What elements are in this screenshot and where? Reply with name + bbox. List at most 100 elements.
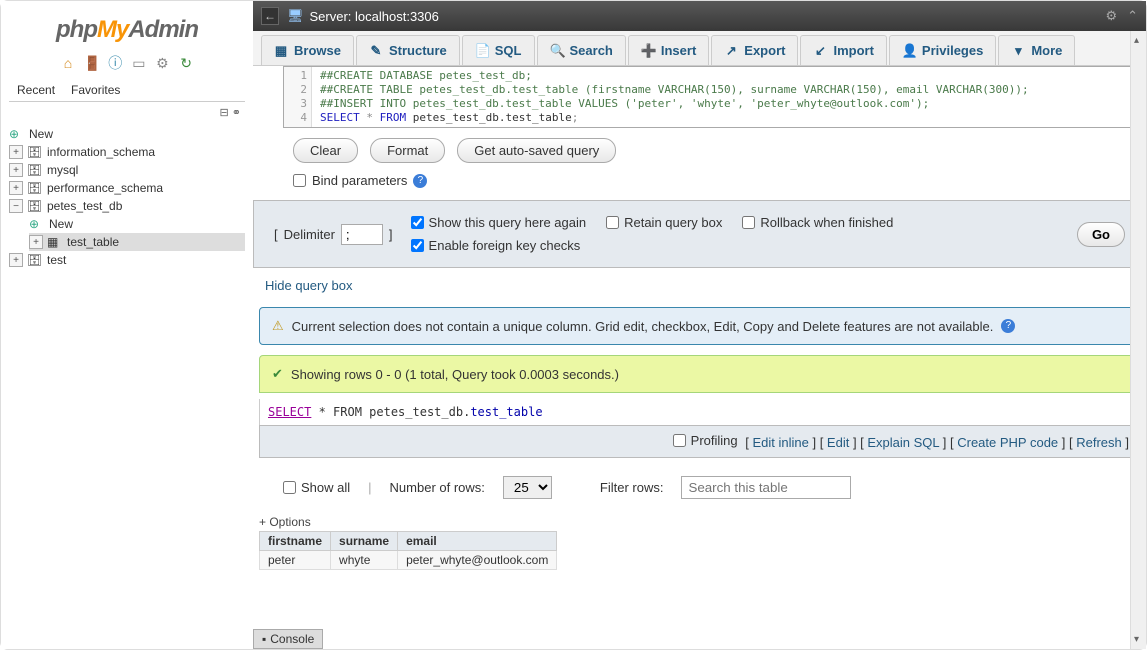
db-icon: 🗄 — [27, 163, 43, 177]
cell-surname: whyte — [331, 551, 398, 570]
tab-search[interactable]: 🔍Search — [537, 35, 626, 65]
help-icon[interactable]: ? — [1001, 319, 1015, 333]
tree-information-schema[interactable]: +🗄information_schema — [9, 143, 245, 161]
tab-privileges[interactable]: 👤Privileges — [889, 35, 996, 65]
tab-insert[interactable]: ➕Insert — [628, 35, 709, 65]
expand-icon[interactable]: + — [9, 253, 23, 267]
bind-parameters-row: Bind parameters ? — [253, 173, 1146, 200]
format-button[interactable]: Format — [370, 138, 445, 163]
tree-mysql[interactable]: +🗄mysql — [9, 161, 245, 179]
collapse-top-icon[interactable]: ⌃ — [1127, 8, 1138, 24]
create-php-link[interactable]: Create PHP code — [957, 435, 1058, 450]
privileges-icon: 👤 — [902, 43, 916, 59]
go-button[interactable]: Go — [1077, 222, 1125, 247]
notice-text: Current selection does not contain a uni… — [292, 319, 994, 334]
sql-icon: 📄 — [475, 43, 489, 59]
rollback-option[interactable]: Rollback when finished — [742, 215, 893, 230]
content: 1234 ##CREATE DATABASE petes_test_db; ##… — [253, 66, 1146, 649]
expand-icon[interactable]: + — [29, 235, 43, 249]
structure-icon: ✎ — [369, 43, 383, 59]
tab-structure[interactable]: ✎Structure — [356, 35, 460, 65]
tree-performance-schema[interactable]: +🗄performance_schema — [9, 179, 245, 197]
show-all-option[interactable]: Show all — [283, 480, 350, 495]
back-button[interactable]: ← — [261, 7, 279, 25]
col-firstname[interactable]: firstname — [260, 532, 331, 551]
cell-email: peter_whyte@outlook.com — [398, 551, 557, 570]
tabs: ▦Browse ✎Structure 📄SQL 🔍Search ➕Insert … — [253, 31, 1146, 66]
fk-checkbox[interactable] — [411, 239, 424, 252]
collapse-all-icon[interactable]: ⊟ — [220, 107, 229, 119]
result-table: firstname surname email peter whyte pete… — [259, 531, 557, 570]
topbar: ← 🖥 Server: localhost:3306 ⚙ ⌃ — [253, 1, 1146, 31]
tree-test[interactable]: +🗄test — [9, 251, 245, 269]
tab-more[interactable]: ▾More — [998, 35, 1075, 65]
fk-option[interactable]: Enable foreign key checks — [411, 238, 581, 253]
explain-sql-link[interactable]: Explain SQL — [867, 435, 939, 450]
auto-saved-button[interactable]: Get auto-saved query — [457, 138, 616, 163]
tab-browse[interactable]: ▦Browse — [261, 35, 354, 65]
delimiter-label: Delimiter — [284, 227, 335, 242]
docs-icon[interactable]: ⓘ — [107, 53, 123, 69]
retain-checkbox[interactable] — [606, 216, 619, 229]
new-table-icon: ⊕ — [29, 217, 45, 231]
refresh-link[interactable]: Refresh — [1076, 435, 1122, 450]
success-panel: ✔ Showing rows 0 - 0 (1 total, Query too… — [259, 355, 1140, 393]
tab-recent[interactable]: Recent — [9, 79, 63, 101]
tab-sql[interactable]: 📄SQL — [462, 35, 535, 65]
show-again-option[interactable]: Show this query here again — [411, 215, 587, 230]
server-label: Server: localhost:3306 — [310, 9, 439, 24]
num-rows-select[interactable]: 25 — [503, 476, 552, 499]
sql-window-icon[interactable]: ▭ — [131, 55, 147, 71]
profiling-checkbox[interactable] — [673, 434, 686, 447]
expand-icon[interactable]: + — [9, 163, 23, 177]
collapse-icon[interactable]: − — [9, 199, 23, 213]
tab-import[interactable]: ↙Import — [800, 35, 886, 65]
retain-option[interactable]: Retain query box — [606, 215, 722, 230]
browse-icon: ▦ — [274, 43, 288, 59]
filter-input[interactable] — [681, 476, 851, 499]
settings-icon[interactable]: ⚙ — [154, 55, 170, 71]
edit-inline-link[interactable]: Edit inline — [752, 435, 808, 450]
table-icon: ▦ — [47, 235, 63, 249]
db-tree: ⊕New +🗄information_schema +🗄mysql +🗄perf… — [1, 123, 253, 649]
expand-icon[interactable]: + — [9, 181, 23, 195]
tab-export[interactable]: ↗Export — [711, 35, 798, 65]
logo: phpMyAdmin — [1, 11, 253, 49]
console-toggle[interactable]: ▪ Console — [253, 629, 323, 649]
sql-editor[interactable]: 1234 ##CREATE DATABASE petes_test_db; ##… — [283, 66, 1138, 128]
show-again-checkbox[interactable] — [411, 216, 424, 229]
reload-icon[interactable]: ↻ — [178, 55, 194, 71]
link-icon[interactable]: ⚭ — [232, 107, 241, 119]
tree-test-table[interactable]: +▦test_table — [29, 233, 245, 251]
page-settings-icon[interactable]: ⚙ — [1105, 8, 1117, 24]
query-actions: Profiling [ Edit inline ] [ Edit ] [ Exp… — [259, 425, 1140, 458]
home-icon[interactable]: ⌂ — [60, 55, 76, 71]
logout-icon[interactable]: 🚪 — [84, 55, 100, 71]
logo-php: php — [56, 16, 97, 43]
hide-query-link[interactable]: Hide query box — [265, 278, 352, 293]
sql-buttons: Clear Format Get auto-saved query — [253, 128, 1146, 173]
num-rows-label: Number of rows: — [390, 480, 485, 495]
tree-new[interactable]: ⊕New — [9, 125, 245, 143]
edit-link[interactable]: Edit — [827, 435, 849, 450]
rollback-checkbox[interactable] — [742, 216, 755, 229]
clear-button[interactable]: Clear — [293, 138, 358, 163]
help-icon[interactable]: ? — [413, 174, 427, 188]
show-all-checkbox[interactable] — [283, 481, 296, 494]
console-icon: ▪ — [262, 632, 266, 646]
scrollbar[interactable] — [1130, 31, 1146, 649]
expand-icon[interactable]: + — [9, 145, 23, 159]
new-db-icon: ⊕ — [9, 127, 25, 141]
notice-panel: ⚠ Current selection does not contain a u… — [259, 307, 1140, 345]
delimiter-input[interactable] — [341, 224, 383, 245]
plus-options-link[interactable]: + Options — [253, 505, 1146, 531]
bind-parameters-checkbox[interactable] — [293, 174, 306, 187]
tab-favorites[interactable]: Favorites — [63, 79, 128, 101]
sql-code[interactable]: ##CREATE DATABASE petes_test_db; ##CREAT… — [316, 67, 1137, 127]
tree-petes-test-db[interactable]: −🗄petes_test_db — [9, 197, 245, 215]
col-email[interactable]: email — [398, 532, 557, 551]
server-icon: 🖥 — [287, 8, 304, 24]
col-surname[interactable]: surname — [331, 532, 398, 551]
tree-petes-new[interactable]: ⊕New — [29, 215, 245, 233]
table-header-row: firstname surname email — [260, 532, 557, 551]
